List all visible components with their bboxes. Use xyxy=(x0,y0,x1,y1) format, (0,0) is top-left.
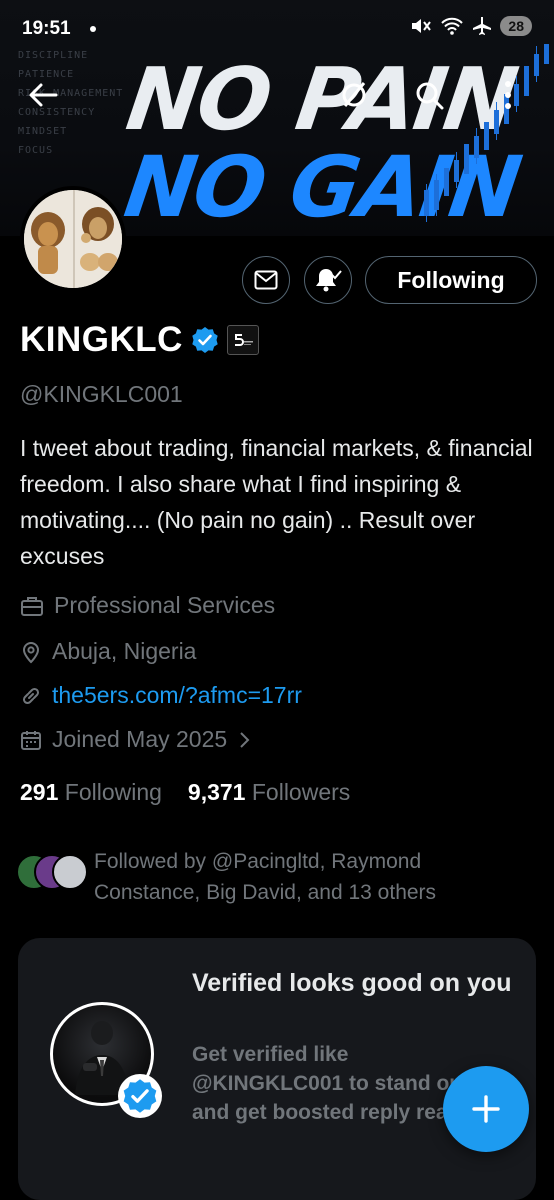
wifi-icon xyxy=(441,17,464,35)
profile-bio: I tweet about trading, financial markets… xyxy=(20,435,533,569)
airplane-icon xyxy=(473,17,492,35)
profile-website[interactable]: the5ers.com/?afmc=17rr xyxy=(20,682,302,709)
location-pin-icon xyxy=(22,641,40,663)
bell-check-icon xyxy=(316,269,342,292)
chevron-right-icon xyxy=(240,731,250,748)
profile-joined[interactable]: Joined May 2025 xyxy=(20,726,251,753)
followers-count-link[interactable]: 9,371 Followers xyxy=(188,779,350,806)
user-handle: @KINGKLC001 xyxy=(20,381,183,407)
more-options-button[interactable] xyxy=(487,74,529,116)
message-button[interactable] xyxy=(242,256,290,304)
mute-icon xyxy=(412,19,432,33)
more-vertical-icon xyxy=(505,81,511,109)
card-title: Verified looks good on you xyxy=(192,969,512,997)
category-label: Professional Services xyxy=(54,592,276,618)
following-count-link[interactable]: 291 Following xyxy=(20,779,162,806)
notifications-button[interactable] xyxy=(304,256,352,304)
followers-count: 9,371 xyxy=(187,779,246,805)
envelope-icon xyxy=(254,270,278,290)
calendar-icon xyxy=(21,730,41,750)
compose-post-button[interactable] xyxy=(443,1066,529,1152)
profile-location: Abuja, Nigeria xyxy=(20,638,196,665)
status-time: 19:51 xyxy=(22,18,71,39)
website-link[interactable]: the5ers.com/?afmc=17rr xyxy=(52,682,302,709)
banner-candlestick-chart xyxy=(424,44,549,222)
follow-counts: 291 Following 9,371 Followers xyxy=(20,779,350,806)
lions-avatar-image xyxy=(24,190,122,288)
following-count: 291 xyxy=(20,779,59,805)
grok-button[interactable] xyxy=(333,74,375,116)
status-bar: 19:51 28 xyxy=(0,0,554,58)
display-name: KINGKLC xyxy=(20,320,183,359)
briefcase-icon xyxy=(21,596,43,616)
following-button[interactable]: Following xyxy=(365,256,537,304)
followed-by-text: Followed by @Pacingltd, Raymond Constanc… xyxy=(94,850,437,904)
joined-label: Joined May 2025 xyxy=(52,726,228,752)
arrow-left-icon xyxy=(29,83,58,107)
profile-category: Professional Services xyxy=(20,592,275,619)
notification-dot xyxy=(90,26,96,32)
the5ers-logo-icon xyxy=(234,334,253,346)
back-button[interactable] xyxy=(22,74,64,116)
verified-upsell-card[interactable]: Verified looks good on you Get verified … xyxy=(18,938,536,1200)
link-icon xyxy=(22,687,40,704)
mini-avatar xyxy=(52,854,88,890)
search-icon xyxy=(416,82,444,110)
system-icons: 28 xyxy=(410,16,532,36)
profile-avatar[interactable] xyxy=(20,186,126,292)
grok-icon xyxy=(342,82,366,107)
verified-badge-icon[interactable] xyxy=(191,326,219,354)
verified-badge-icon xyxy=(123,1079,157,1113)
followed-by-avatars xyxy=(16,854,88,890)
location-label: Abuja, Nigeria xyxy=(52,638,197,664)
plus-icon xyxy=(472,1095,500,1123)
battery-indicator: 28 xyxy=(500,16,532,36)
following-label: Following xyxy=(64,779,162,805)
followers-label: Followers xyxy=(251,779,351,805)
verified-check-badge xyxy=(118,1074,162,1118)
search-button[interactable] xyxy=(408,74,450,116)
name-row: KINGKLC xyxy=(20,320,259,360)
affiliate-badge-icon[interactable] xyxy=(226,325,259,355)
